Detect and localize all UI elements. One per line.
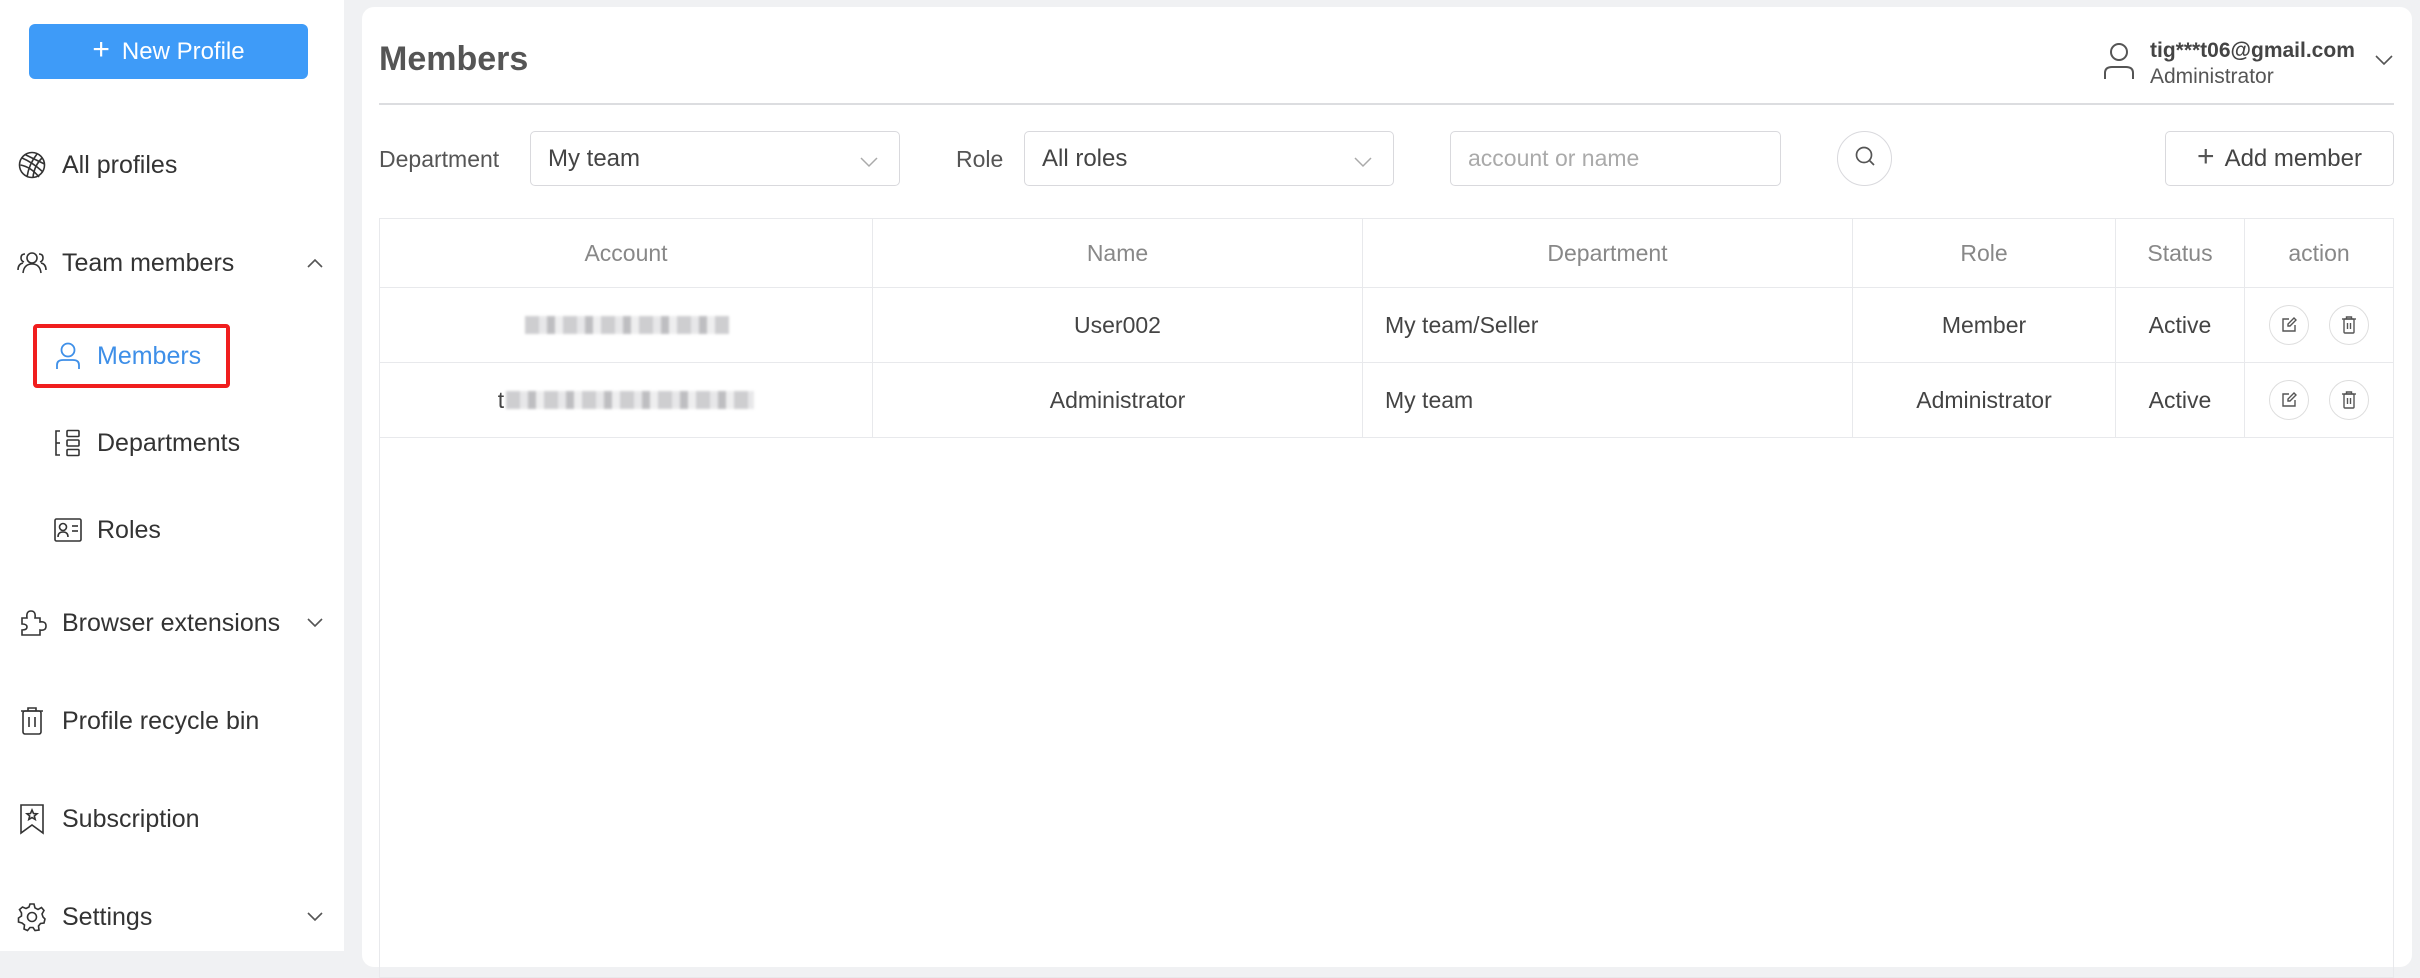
column-header-name[interactable]: Name [873,219,1363,287]
sidebar-item-members[interactable]: Members [0,331,344,381]
search-input[interactable] [1450,131,1781,186]
chevron-down-icon [859,148,881,170]
members-table: Account Name Department Role Status acti… [379,218,2394,978]
department-select[interactable]: My team [530,131,900,186]
departments-icon [52,427,84,459]
department-select-value: My team [548,144,641,172]
account-cell [380,288,873,362]
name-cell: User002 [873,288,1363,362]
search-icon [1853,144,1877,173]
chevron-down-icon [304,906,326,928]
trash-icon [2342,391,2356,409]
column-header-account[interactable]: Account [380,219,873,287]
chevron-down-icon [2374,53,2396,75]
sidebar-item-label: All profiles [62,150,178,179]
user-menu[interactable]: tig***t06@gmail.com Administrator [2102,33,2402,93]
role-select-value: All roles [1042,144,1128,172]
sidebar-item-label: Roles [97,515,161,544]
sidebar-item-label: Team members [62,248,235,277]
sidebar-item-subscription[interactable]: Subscription [0,794,344,844]
id-card-icon [52,514,84,546]
sidebar-item-all-profiles[interactable]: All profiles [0,140,344,190]
globe-icon [16,149,48,181]
header-divider [379,103,2394,105]
role-select[interactable]: All roles [1024,131,1394,186]
page-title: Members [379,40,529,78]
chevron-down-icon [304,612,326,634]
role-cell: Administrator [1853,363,2116,437]
column-header-role[interactable]: Role [1853,219,2116,287]
sidebar-item-label: Browser extensions [62,608,281,637]
sidebar-item-label: Subscription [62,804,200,833]
trash-icon [2342,316,2356,334]
sidebar-item-departments[interactable]: Departments [0,418,344,468]
user-icon [52,340,84,372]
delete-button[interactable] [2329,305,2369,345]
edit-icon [2282,392,2297,407]
column-header-department[interactable]: Department [1363,219,1853,287]
table-header-row: Account Name Department Role Status acti… [380,219,2393,288]
sidebar-item-browser-extensions[interactable]: Browser extensions [0,598,344,648]
account-prefix: t [497,386,505,413]
column-header-status[interactable]: Status [2116,219,2245,287]
main-panel: Members tig***t06@gmail.com Administrato… [362,7,2412,978]
sidebar-item-label: Departments [97,428,241,457]
edit-button[interactable] [2269,305,2309,345]
sidebar-item-label: Members [97,341,202,370]
edit-icon [2282,317,2297,332]
add-member-button[interactable]: + Add member [2165,131,2394,186]
table-row[interactable]: User002 My team/Seller Member Active [380,288,2393,363]
delete-button[interactable] [2329,380,2369,420]
status-cell: Active [2116,363,2245,437]
search-button[interactable] [1837,131,1892,186]
role-cell: Member [1853,288,2116,362]
department-cell: My team/Seller [1363,288,1853,362]
role-filter-label: Role [956,146,1004,172]
new-profile-label: New Profile [121,37,245,65]
sidebar-item-roles[interactable]: Roles [0,505,344,555]
add-member-label: Add member [2224,144,2362,172]
department-filter-label: Department [379,146,500,172]
user-avatar-icon [2102,41,2138,81]
puzzle-icon [16,607,48,639]
status-cell: Active [2116,288,2245,362]
new-profile-button[interactable]: + New Profile [29,24,308,79]
name-cell: Administrator [873,363,1363,437]
redacted-account [506,391,755,409]
redacted-account [525,316,729,334]
column-header-action: action [2288,239,2350,266]
user-role: Administrator [2150,65,2274,88]
sidebar-item-label: Profile recycle bin [62,706,260,735]
gear-icon [16,901,48,933]
action-cell [2245,288,2393,362]
plus-icon: + [92,33,110,66]
account-cell: t [380,363,873,437]
action-cell [2245,363,2393,437]
sidebar-item-settings[interactable]: Settings [0,892,344,942]
table-row[interactable]: t Administrator My team Administrator Ac… [380,363,2393,438]
chevron-down-icon [1353,148,1375,170]
sidebar-item-profile-recycle-bin[interactable]: Profile recycle bin [0,696,344,746]
department-cell: My team [1363,363,1853,437]
trash-icon [16,705,48,737]
chevron-up-icon [304,252,326,274]
sidebar-item-team-members[interactable]: Team members [0,238,344,288]
team-icon [16,247,48,279]
sidebar-item-label: Settings [62,902,153,931]
plus-icon: + [2197,140,2215,173]
bookmark-star-icon [16,803,48,835]
edit-button[interactable] [2269,380,2309,420]
sidebar: + New Profile All profiles Team members … [0,0,344,951]
user-email: tig***t06@gmail.com [2150,39,2355,62]
